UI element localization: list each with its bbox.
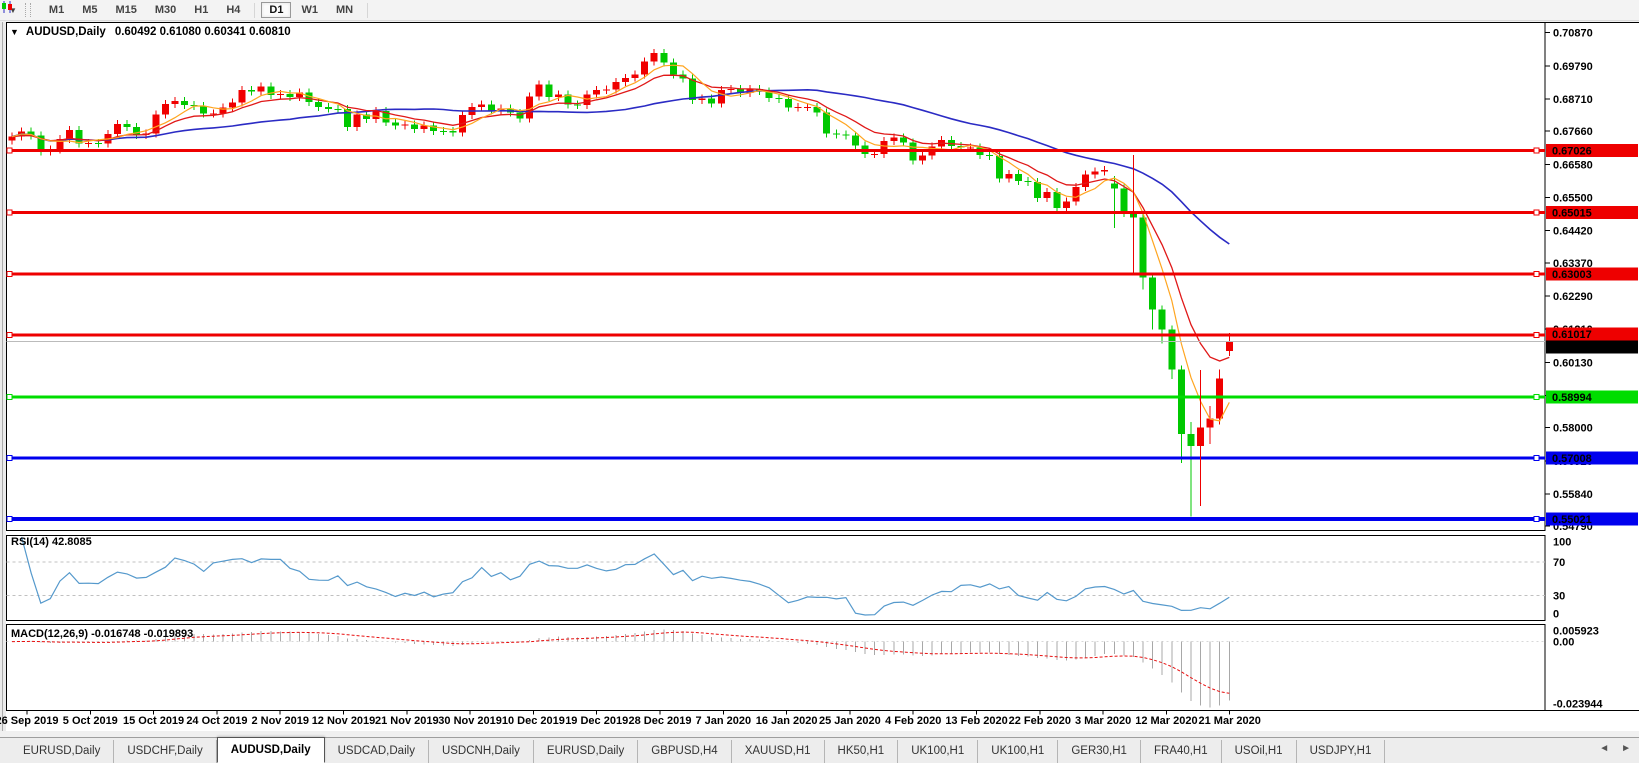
svg-text:0.65015: 0.65015 — [1552, 207, 1592, 219]
svg-text:3 Mar 2020: 3 Mar 2020 — [1075, 715, 1131, 727]
svg-text:0.66580: 0.66580 — [1553, 159, 1593, 171]
svg-text:0.55840: 0.55840 — [1553, 489, 1593, 501]
macd-axis-min: -0.023944 — [1553, 699, 1603, 711]
rsi-pane — [6, 535, 1546, 621]
chart-tab-eurusd-daily[interactable]: EURUSD,Daily — [10, 740, 115, 763]
tab-scroll-right-icon[interactable]: ► — [1621, 743, 1631, 754]
hline-handle-right[interactable] — [1533, 516, 1540, 523]
svg-text:21 Nov 2019: 21 Nov 2019 — [375, 715, 439, 727]
chart-tab-usdcad-daily[interactable]: USDCAD,Daily — [325, 740, 429, 763]
symbol-menu-caret[interactable]: ▼ — [10, 27, 19, 37]
svg-text:4 Feb 2020: 4 Feb 2020 — [885, 715, 941, 727]
svg-text:0.63003: 0.63003 — [1552, 269, 1592, 281]
svg-text:0.58994: 0.58994 — [1552, 392, 1593, 404]
hline-handle-left[interactable] — [6, 516, 13, 523]
svg-text:0.58000: 0.58000 — [1553, 423, 1593, 435]
chart-tab-hk50-h1[interactable]: HK50,H1 — [825, 740, 899, 763]
chart-tab-eurusd-daily[interactable]: EURUSD,Daily — [534, 740, 639, 763]
svg-text:2 Nov 2019: 2 Nov 2019 — [251, 715, 308, 727]
rsi-axis-label: 30 — [1553, 590, 1565, 602]
hline-handle-left[interactable] — [6, 147, 13, 154]
macd-axis-zero: 0.00 — [1553, 637, 1574, 649]
chart-title: ▼ AUDUSD,Daily 0.60492 0.61080 0.60341 0.6… — [10, 26, 291, 38]
chart-tab-usdchf-daily[interactable]: USDCHF,Daily — [114, 740, 217, 763]
svg-text:0.55021: 0.55021 — [1552, 514, 1592, 526]
svg-text:30 Nov 2019: 30 Nov 2019 — [438, 715, 502, 727]
macd-pane — [6, 624, 1546, 711]
svg-text:0.65500: 0.65500 — [1553, 192, 1593, 204]
svg-text:10 Dec 2019: 10 Dec 2019 — [502, 715, 565, 727]
svg-text:0.62290: 0.62290 — [1553, 291, 1593, 303]
chart-tab-fra40-h1[interactable]: FRA40,H1 — [1141, 740, 1222, 763]
chart-tab-usdjpy-h1[interactable]: USDJPY,H1 — [1297, 740, 1386, 763]
chart-canvas[interactable]: 0.70870 0.69790 0.68710 0.67660 0.66580 0.655… — [0, 0, 1639, 763]
svg-text:5 Oct 2019: 5 Oct 2019 — [63, 715, 118, 727]
svg-text:22 Feb 2020: 22 Feb 2020 — [1009, 715, 1071, 727]
hline-handle-right[interactable] — [1533, 332, 1540, 339]
svg-text:26 Sep 2019: 26 Sep 2019 — [0, 715, 59, 727]
mt4-window: ▼ M1 M5 M15 M30 H1 H4 D1 W1 MN ▼ AUDUSD,Daily 0.60… — [0, 0, 1639, 763]
chart-tab-usoil-h1[interactable]: USOil,H1 — [1222, 740, 1297, 763]
chart-ohlc-values: 0.60492 0.61080 0.60341 0.60810 — [114, 26, 291, 38]
hline-handle-left[interactable] — [6, 455, 13, 462]
svg-text:0.60810: 0.60810 — [1552, 342, 1592, 354]
hline-handle-left[interactable] — [6, 332, 13, 339]
svg-text:15 Oct 2019: 15 Oct 2019 — [123, 715, 184, 727]
hline-handle-left[interactable] — [6, 394, 13, 401]
svg-text:13 Feb 2020: 13 Feb 2020 — [945, 715, 1007, 727]
tab-scroll-arrows: ◄ ► — [1599, 743, 1631, 754]
chart-tab-uk100-h1[interactable]: UK100,H1 — [898, 740, 979, 763]
chart-tabs: EURUSD,Daily USDCHF,Daily AUDUSD,Daily USDC… — [0, 737, 1639, 763]
svg-text:0.67026: 0.67026 — [1552, 146, 1592, 158]
svg-text:12 Mar 2020: 12 Mar 2020 — [1135, 715, 1197, 727]
chart-tabs-list: EURUSD,Daily USDCHF,Daily AUDUSD,Daily USDC… — [10, 737, 1386, 763]
rsi-axis-label: 100 — [1553, 537, 1571, 549]
hline-handle-right[interactable] — [1533, 394, 1540, 401]
svg-text:16 Jan 2020: 16 Jan 2020 — [756, 715, 818, 727]
chart-tab-usdcnh-daily[interactable]: USDCNH,Daily — [429, 740, 534, 763]
svg-text:0.64420: 0.64420 — [1553, 226, 1593, 238]
hline-handle-right[interactable] — [1533, 271, 1540, 278]
rsi-indicator-label: RSI(14) 42.8085 — [11, 536, 92, 548]
svg-text:25 Jan 2020: 25 Jan 2020 — [819, 715, 881, 727]
chart-tab-gbpusd-h4[interactable]: GBPUSD,H4 — [638, 740, 732, 763]
svg-text:0.67660: 0.67660 — [1553, 126, 1593, 138]
svg-text:12 Nov 2019: 12 Nov 2019 — [312, 715, 376, 727]
chart-tab-audusd-daily[interactable]: AUDUSD,Daily — [216, 737, 325, 763]
rsi-axis-label: 0 — [1553, 609, 1559, 621]
hline-handle-right[interactable] — [1533, 147, 1540, 154]
chart-tab-ger30-h1[interactable]: GER30,H1 — [1058, 740, 1141, 763]
hline-handle-right[interactable] — [1533, 209, 1540, 216]
svg-text:0.61017: 0.61017 — [1552, 329, 1592, 341]
hline-handle-right[interactable] — [1533, 455, 1540, 462]
chart-tab-xauusd-h1[interactable]: XAUUSD,H1 — [732, 740, 825, 763]
svg-text:0.69790: 0.69790 — [1553, 61, 1593, 73]
svg-text:0.57008: 0.57008 — [1552, 453, 1592, 465]
svg-text:7 Jan 2020: 7 Jan 2020 — [695, 715, 751, 727]
svg-text:28 Dec 2019: 28 Dec 2019 — [629, 715, 692, 727]
rsi-axis-label: 70 — [1553, 557, 1565, 569]
chart-tab-uk100-h1[interactable]: UK100,H1 — [978, 740, 1059, 763]
hline-handle-left[interactable] — [6, 271, 13, 278]
svg-text:21 Mar 2020: 21 Mar 2020 — [1199, 715, 1261, 727]
svg-text:24 Oct 2019: 24 Oct 2019 — [186, 715, 247, 727]
tab-scroll-left-icon[interactable]: ◄ — [1599, 743, 1609, 754]
chart-symbol-label: AUDUSD,Daily — [25, 26, 106, 38]
svg-text:0.68710: 0.68710 — [1553, 94, 1593, 106]
macd-indicator-label: MACD(12,26,9) -0.016748 -0.019893 — [11, 628, 194, 640]
svg-text:19 Dec 2019: 19 Dec 2019 — [565, 715, 628, 727]
hline-handle-left[interactable] — [6, 209, 13, 216]
svg-text:0.60130: 0.60130 — [1553, 357, 1593, 369]
svg-text:0.70870: 0.70870 — [1553, 28, 1593, 40]
